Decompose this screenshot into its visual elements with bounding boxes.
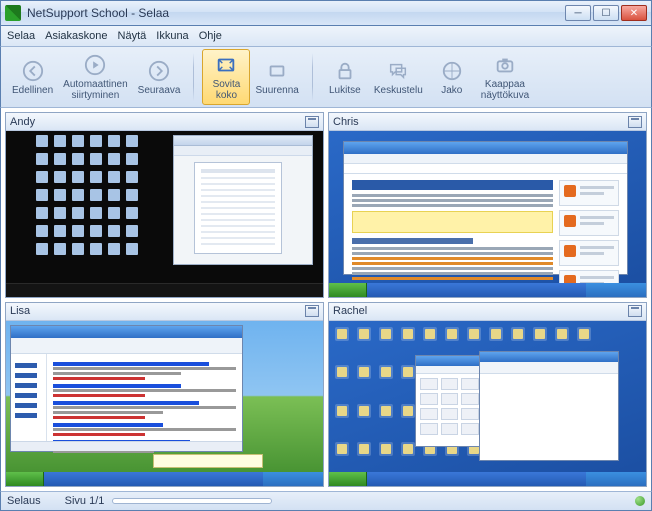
maximize-thumbnail-icon[interactable] — [305, 305, 319, 317]
lock-icon — [333, 59, 357, 83]
browser-window — [343, 141, 628, 275]
student-thumbnail-lisa[interactable]: Lisa — [5, 302, 324, 488]
toolbar: Edellinen Automaattinen siirtyminen Seur… — [0, 46, 652, 108]
status-mode: Selaus — [7, 495, 41, 507]
pager: Sivu 1/1 — [65, 495, 273, 507]
fit-button[interactable]: Sovita koko — [202, 49, 250, 105]
maximize-button[interactable]: ☐ — [593, 5, 619, 21]
arrow-left-icon — [21, 59, 45, 83]
tooltip — [153, 454, 263, 468]
page-slider[interactable] — [112, 498, 272, 504]
student-name: Rachel — [333, 305, 628, 317]
thumbnail-header: Andy — [6, 113, 323, 131]
app-icon — [5, 5, 21, 21]
student-name: Lisa — [10, 305, 305, 317]
close-button[interactable]: ✕ — [621, 5, 647, 21]
app-window — [173, 135, 313, 265]
next-button[interactable]: Seuraava — [133, 49, 186, 105]
window-controls: ─ ☐ ✕ — [565, 5, 647, 21]
maximize-thumbnail-icon[interactable] — [628, 305, 642, 317]
student-name: Andy — [10, 116, 305, 128]
next-label: Seuraava — [138, 85, 181, 96]
thumbnail-header: Rachel — [329, 303, 646, 321]
thumbnail-header: Chris — [329, 113, 646, 131]
menu-ikkuna[interactable]: Ikkuna — [156, 30, 188, 42]
desktop-icons — [36, 135, 156, 265]
status-indicator-icon — [635, 496, 645, 506]
menu-ohje[interactable]: Ohje — [199, 30, 222, 42]
prev-label: Edellinen — [12, 85, 53, 96]
thumbnail-screen — [6, 321, 323, 487]
menu-selaa[interactable]: Selaa — [7, 30, 35, 42]
thumbnail-screen — [329, 131, 646, 297]
play-icon — [83, 53, 107, 77]
browser-window — [10, 325, 243, 453]
title-bar: NetSupport School - Selaa ─ ☐ ✕ — [0, 0, 652, 26]
student-thumbnail-andy[interactable]: Andy — [5, 112, 324, 298]
menu-bar: Selaa Asiakaskone Näytä Ikkuna Ohje — [0, 26, 652, 46]
window-title: NetSupport School - Selaa — [27, 6, 565, 20]
page-indicator: Sivu 1/1 — [65, 495, 105, 507]
capture-button[interactable]: Kaappaa näyttökuva — [476, 49, 534, 105]
prev-button[interactable]: Edellinen — [7, 49, 58, 105]
taskbar — [329, 472, 646, 486]
student-thumbnail-rachel[interactable]: Rachel — [328, 302, 647, 488]
enlarge-label: Suurenna — [255, 85, 298, 96]
auto-button[interactable]: Automaattinen siirtyminen — [58, 49, 133, 105]
share-label: Jako — [441, 85, 462, 96]
maximize-thumbnail-icon[interactable] — [305, 116, 319, 128]
thumbnail-grid: Andy — [0, 108, 652, 491]
capture-label: Kaappaa näyttökuva — [481, 79, 529, 101]
fit-screen-icon — [214, 53, 238, 77]
thumbnail-screen — [329, 321, 646, 487]
minimize-button[interactable]: ─ — [565, 5, 591, 21]
status-bar: Selaus Sivu 1/1 — [0, 491, 652, 511]
taskbar — [6, 472, 323, 486]
enlarge-button[interactable]: Suurenna — [250, 49, 303, 105]
share-icon — [440, 59, 464, 83]
fit-label: Sovita koko — [213, 79, 241, 101]
arrow-right-icon — [147, 59, 171, 83]
lock-button[interactable]: Lukitse — [321, 49, 369, 105]
student-name: Chris — [333, 116, 628, 128]
lock-label: Lukitse — [329, 85, 361, 96]
thumbnail-screen — [6, 131, 323, 297]
menu-asiakaskone[interactable]: Asiakaskone — [45, 30, 107, 42]
app-window — [479, 351, 619, 461]
auto-label: Automaattinen siirtyminen — [63, 79, 128, 101]
taskbar — [329, 283, 646, 297]
chat-button[interactable]: Keskustelu — [369, 49, 428, 105]
maximize-thumbnail-icon[interactable] — [628, 116, 642, 128]
share-button[interactable]: Jako — [428, 49, 476, 105]
camera-icon — [493, 53, 517, 77]
enlarge-icon — [265, 59, 289, 83]
taskbar — [6, 283, 323, 297]
thumbnail-header: Lisa — [6, 303, 323, 321]
student-thumbnail-chris[interactable]: Chris — [328, 112, 647, 298]
chat-icon — [386, 59, 410, 83]
chat-label: Keskustelu — [374, 85, 423, 96]
menu-nayta[interactable]: Näytä — [118, 30, 147, 42]
